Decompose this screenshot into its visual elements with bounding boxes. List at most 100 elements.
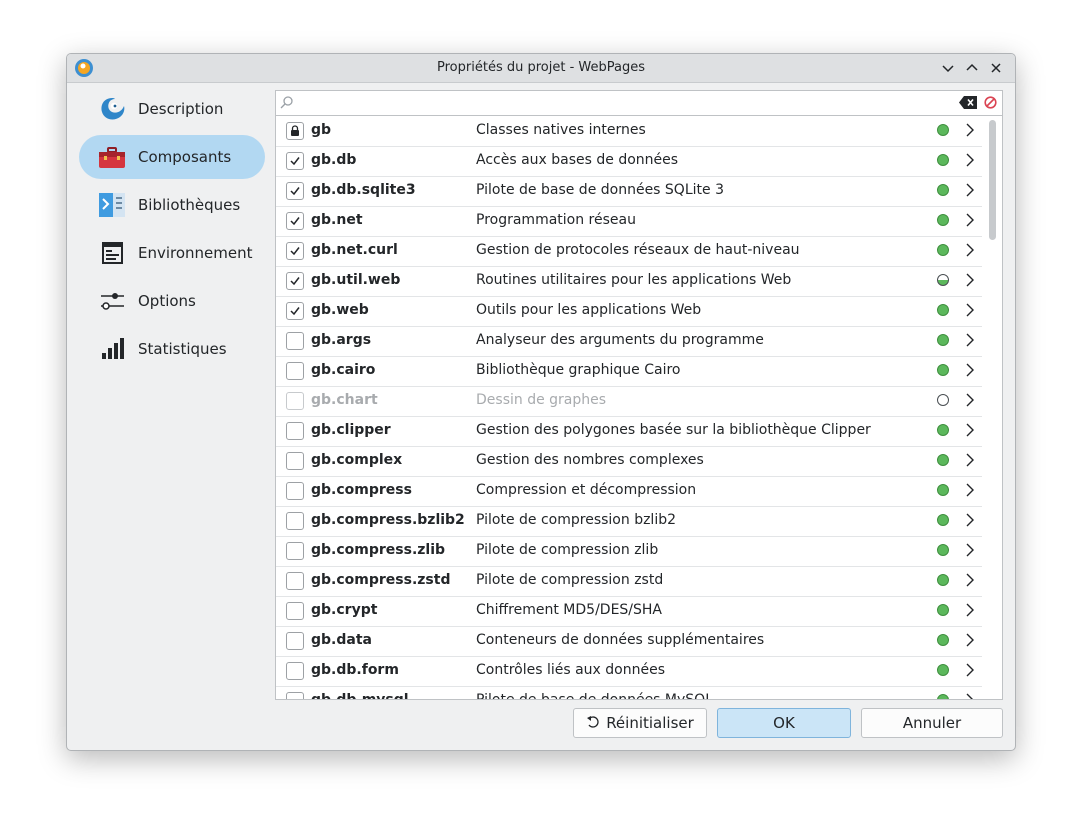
component-row[interactable]: gb.web Outils pour les applications Web (276, 296, 982, 327)
component-row[interactable]: gb.net.curl Gestion de protocoles réseaux… (276, 236, 982, 267)
chevron-right-icon[interactable] (965, 483, 975, 497)
component-row[interactable]: gb.net Programmation réseau (276, 206, 982, 237)
component-description: Dessin de graphes (476, 392, 607, 408)
component-row[interactable]: gb.util.web Routines utilitaires pour les… (276, 266, 982, 297)
component-row[interactable]: gb.crypt Chiffrement MD5/DES/SHA (276, 596, 982, 627)
component-row[interactable]: gb.chart Dessin de graphes (276, 386, 982, 417)
component-row[interactable]: gb.complex Gestion des nombres complexes (276, 446, 982, 477)
check-mark-icon (290, 187, 300, 196)
component-checkbox[interactable] (286, 632, 304, 650)
component-checkbox[interactable] (286, 242, 304, 260)
maximize-icon[interactable] (963, 59, 981, 77)
component-row[interactable]: gb.data Conteneurs de données supplémenta… (276, 626, 982, 657)
component-row[interactable]: gb.compress.zlib Pilote de compression zl… (276, 536, 982, 567)
component-checkbox[interactable] (286, 152, 304, 170)
component-checkbox[interactable] (286, 512, 304, 530)
sidebar-item-options[interactable]: Options (79, 279, 265, 323)
component-description: Contrôles liés aux données (476, 662, 666, 678)
sidebar-item-composants[interactable]: Composants (79, 135, 265, 179)
chevron-right-icon[interactable] (965, 663, 975, 677)
chevron-right-icon[interactable] (965, 273, 975, 287)
close-icon[interactable] (987, 59, 1005, 77)
component-row[interactable]: gb.cairo Bibliothèque graphique Cairo (276, 356, 982, 387)
component-description: Classes natives internes (476, 122, 646, 138)
minimize-icon[interactable] (939, 59, 957, 77)
chevron-right-icon[interactable] (965, 693, 975, 700)
component-name: gb.db.sqlite3 (311, 182, 416, 198)
component-checkbox[interactable] (286, 692, 304, 699)
chevron-right-icon[interactable] (965, 363, 975, 377)
clear-text-icon[interactable] (959, 96, 977, 109)
component-checkbox[interactable] (286, 662, 304, 680)
component-row[interactable]: gb.compress Compression et décompression (276, 476, 982, 507)
scrollbar-handle[interactable] (989, 120, 996, 240)
sidebar-item-statistiques[interactable]: Statistiques (79, 327, 265, 371)
chevron-right-icon[interactable] (965, 183, 975, 197)
component-description: Programmation réseau (476, 212, 636, 228)
component-row[interactable]: gb.compress.zstd Pilote de compression zs… (276, 566, 982, 597)
ok-button[interactable]: OK (717, 708, 851, 738)
chevron-right-icon[interactable] (965, 513, 975, 527)
chevron-right-icon[interactable] (965, 243, 975, 257)
sidebar-item-environnement[interactable]: Environnement (79, 231, 265, 275)
component-row[interactable]: gb.compress.bzlib2 Pilote de compression … (276, 506, 982, 537)
stop-icon[interactable] (984, 96, 997, 109)
component-checkbox[interactable] (286, 332, 304, 350)
sidebar-item-label: Description (138, 100, 224, 118)
sidebar-item-label: Environnement (138, 244, 253, 262)
component-name: gb.crypt (311, 602, 378, 618)
component-checkbox[interactable] (286, 362, 304, 380)
chevron-right-icon[interactable] (965, 573, 975, 587)
title-bar[interactable]: Propriétés du projet - WebPages (67, 54, 1015, 83)
component-row[interactable]: gb.args Analyseur des arguments du progra… (276, 326, 982, 357)
chevron-right-icon[interactable] (965, 423, 975, 437)
component-description: Pilote de compression zstd (476, 572, 664, 588)
component-checkbox[interactable] (286, 272, 304, 290)
check-mark-icon (290, 217, 300, 226)
chevron-right-icon[interactable] (965, 123, 975, 137)
chevron-right-icon[interactable] (965, 153, 975, 167)
search-icon (280, 96, 293, 109)
lock-icon (291, 125, 299, 136)
component-name: gb.cairo (311, 362, 376, 378)
component-checkbox[interactable] (286, 572, 304, 590)
component-checkbox[interactable] (286, 482, 304, 500)
chevron-right-icon[interactable] (965, 213, 975, 227)
component-checkbox[interactable] (286, 452, 304, 470)
component-description: Routines utilitaires pour les applicatio… (476, 272, 792, 288)
component-checkbox[interactable] (286, 212, 304, 230)
chevron-right-icon[interactable] (965, 453, 975, 467)
component-checkbox[interactable] (286, 542, 304, 560)
component-checkbox[interactable] (286, 422, 304, 440)
components-list[interactable]: gb Classes natives internes gb.db Accès aux… (275, 115, 1003, 700)
component-row[interactable]: gb.clipper Gestion des polygones basée su… (276, 416, 982, 447)
status-indicator-icon (937, 544, 949, 556)
component-name: gb.compress.zlib (311, 542, 446, 558)
chevron-right-icon[interactable] (965, 633, 975, 647)
component-checkbox[interactable] (286, 602, 304, 620)
search-field[interactable] (275, 90, 1003, 116)
check-mark-icon (290, 247, 300, 256)
component-row[interactable]: gb Classes natives internes (276, 116, 982, 147)
component-name: gb.args (311, 332, 372, 348)
chevron-right-icon[interactable] (965, 333, 975, 347)
sidebar: Description Composants Bibliothèques Env… (79, 87, 265, 375)
chevron-right-icon[interactable] (965, 303, 975, 317)
component-checkbox[interactable] (286, 182, 304, 200)
component-checkbox[interactable] (286, 302, 304, 320)
sidebar-item-description[interactable]: Description (79, 87, 265, 131)
component-row[interactable]: gb.db.sqlite3 Pilote de base de données S… (276, 176, 982, 207)
component-row[interactable]: gb.db.mysql Pilote de base de données MyS… (276, 686, 982, 700)
cancel-button[interactable]: Annuler (861, 708, 1003, 738)
undo-icon (587, 716, 599, 728)
chevron-right-icon[interactable] (965, 543, 975, 557)
component-description: Pilote de compression bzlib2 (476, 512, 677, 528)
chevron-right-icon[interactable] (965, 393, 975, 407)
component-row[interactable]: gb.db Accès aux bases de données (276, 146, 982, 177)
reset-button[interactable]: Réinitialiser (573, 708, 707, 738)
search-input[interactable] (298, 93, 942, 113)
component-row[interactable]: gb.db.form Contrôles liés aux données (276, 656, 982, 687)
component-description: Accès aux bases de données (476, 152, 679, 168)
chevron-right-icon[interactable] (965, 603, 975, 617)
sidebar-item-bibliotheques[interactable]: Bibliothèques (79, 183, 265, 227)
